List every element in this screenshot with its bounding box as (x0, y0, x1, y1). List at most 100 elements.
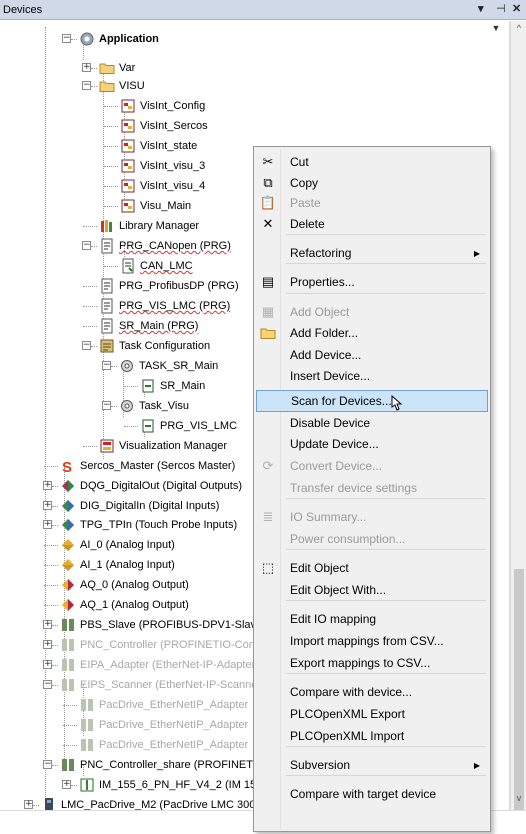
menu-item-refactoring[interactable]: Refactoring ▶ (256, 242, 488, 264)
tree-visu-item[interactable]: VisInt_visu_3 (104, 156, 205, 176)
panel-dropdown-icon[interactable]: ▾ (478, 2, 484, 15)
tree-visu-item[interactable]: VisInt_state (104, 136, 197, 156)
expand-toggle[interactable]: + (43, 640, 52, 649)
tree-item-label: TPG_TPIn (Touch Probe Inputs) (80, 519, 238, 531)
collapse-toggle[interactable]: − (82, 241, 91, 250)
tree-var-folder[interactable]: + Var (82, 58, 135, 78)
tree-visu-item[interactable]: VisInt_visu_4 (104, 176, 206, 196)
collapse-toggle[interactable]: − (43, 760, 52, 769)
menu-item-power-consumption[interactable]: Power consumption... (256, 528, 488, 550)
menu-item-compare-with-device[interactable]: Compare with device... (256, 681, 488, 703)
panel-title: Devices (3, 3, 43, 16)
vertical-scrollbar[interactable]: ^ v (510, 21, 526, 811)
scroll-up-icon[interactable]: ^ (511, 23, 526, 39)
tree-pou-item[interactable]: − PRG_CANopen (PRG) (82, 236, 231, 256)
tree-pou-item[interactable]: SR_Main (PRG) (83, 316, 198, 336)
tree-device-item[interactable]: + TPG_TPIn (Touch Probe Inputs) (43, 515, 238, 535)
expand-toggle[interactable]: + (43, 660, 52, 669)
tree-device-item[interactable]: − EIPS_Scanner (EtherNet-IP-Scanner) (43, 675, 265, 695)
collapse-toggle[interactable]: − (43, 680, 52, 689)
menu-item-scan-for-devices[interactable]: Scan for Devices... (256, 390, 488, 412)
menu-item-subversion[interactable]: Subversion ▶ (256, 754, 488, 776)
tree-application-node[interactable]: − Application (62, 29, 159, 49)
pin-icon[interactable]: ⊣ (496, 2, 506, 15)
collapse-toggle[interactable]: − (102, 401, 111, 410)
tree-device-item[interactable]: AI_0 (Analog Input) (44, 535, 175, 555)
tree-device-item[interactable]: AQ_0 (Analog Output) (44, 575, 189, 595)
tree-visu-folder[interactable]: − VISU (82, 76, 145, 96)
tree-device-item[interactable]: AQ_1 (Analog Output) (44, 595, 189, 615)
tree-device-item[interactable]: + LMC_PacDrive_M2 (PacDrive LMC 300C) (24, 795, 267, 810)
menu-item-label: Transfer device settings (290, 481, 417, 495)
menu-item-properties[interactable]: ▤ Properties... (256, 271, 488, 293)
collapse-toggle[interactable]: − (82, 341, 91, 350)
add-object-icon: ▦ (261, 304, 275, 319)
tree-dropdown-icon[interactable]: ▼ (490, 23, 502, 35)
tree-visu-item[interactable]: VisInt_Sercos (104, 116, 208, 136)
expand-toggle[interactable]: + (43, 520, 52, 529)
tree-visu-item[interactable]: Visu_Main (104, 196, 191, 216)
tree-device-item[interactable]: S Sercos_Master (Sercos Master) (44, 456, 235, 476)
menu-item-edit-object[interactable]: ⬚ Edit Object (256, 557, 488, 579)
scrollbar-thumb[interactable] (514, 569, 524, 811)
menu-item-plcopenxml-import[interactable]: PLCOpenXML Import (256, 725, 488, 747)
tree-pou-item[interactable]: PRG_VIS_LMC (PRG) (83, 296, 230, 316)
tree-item-label: VisInt_visu_4 (140, 180, 206, 192)
menu-item-edit-io-mapping[interactable]: Edit IO mapping (256, 608, 488, 630)
collapse-toggle[interactable]: − (102, 361, 111, 370)
tree-item-label: IM_155_6_PN_HF_V4_2 (IM 155-6) (99, 779, 276, 791)
tree-task-item[interactable]: − TASK_SR_Main (102, 356, 218, 376)
tree-item-label: DQG_DigitalOut (Digital Outputs) (80, 480, 242, 492)
tree-device-item[interactable]: PacDrive_EtherNetIP_Adapter (63, 735, 248, 755)
tree-visu-item[interactable]: VisInt_Config (104, 96, 205, 116)
expand-toggle[interactable]: + (62, 780, 71, 789)
tree-device-item[interactable]: − PNC_Controller_share (PROFINETIO) (43, 755, 268, 775)
tree-device-item[interactable]: + PBS_Slave (PROFIBUS-DPV1-Slave) (43, 615, 266, 635)
menu-item-edit-object-with[interactable]: Edit Object With... (256, 579, 488, 601)
expand-toggle[interactable]: + (24, 800, 33, 809)
collapse-toggle[interactable]: − (62, 34, 71, 43)
tree-device-item[interactable]: PacDrive_EtherNetIP_Adapter (63, 695, 248, 715)
tree-task-call[interactable]: SR_Main (124, 376, 205, 396)
menu-item-add-device[interactable]: Add Device... (256, 344, 488, 366)
tree-task-configuration[interactable]: − Task Configuration (82, 336, 210, 356)
menu-item-paste[interactable]: 📋 Paste (256, 192, 488, 214)
tree-library-manager[interactable]: Library Manager (83, 216, 199, 236)
tree-task-item[interactable]: − Task_Visu (102, 396, 189, 416)
tree-pou-item[interactable]: PRG_ProfibusDP (PRG) (83, 276, 239, 296)
tree-device-item[interactable]: + EIPA_Adapter (EtherNet-IP-Adapter) (43, 655, 259, 675)
tree-device-item[interactable]: AI_1 (Analog Input) (44, 555, 175, 575)
menu-item-import-mappings-from-csv[interactable]: Import mappings from CSV... (256, 630, 488, 652)
tree-visualization-manager[interactable]: Visualization Manager (83, 436, 227, 456)
menu-item-insert-device[interactable]: Insert Device... (256, 365, 488, 387)
close-icon[interactable]: ✕ (512, 2, 521, 15)
menu-item-delete[interactable]: ✕ Delete (256, 213, 488, 235)
tree-task-call[interactable]: PRG_VIS_LMC (124, 416, 237, 436)
menu-item-label: Paste (290, 196, 321, 210)
expand-toggle[interactable]: + (43, 620, 52, 629)
menu-item-compare-with-target-device[interactable]: Compare with target device (256, 783, 488, 805)
di-icon (60, 517, 76, 533)
tree-device-item[interactable]: + IM_155_6_PN_HF_V4_2 (IM 155-6) (62, 775, 276, 795)
collapse-toggle[interactable]: − (82, 81, 91, 90)
menu-item-copy[interactable]: ⧉ Copy (256, 172, 488, 194)
menu-item-update-device[interactable]: Update Device... (256, 433, 488, 455)
menu-item-export-mappings-to-csv[interactable]: Export mappings to CSV... (256, 652, 488, 674)
scroll-down-icon[interactable]: v (511, 793, 526, 809)
menu-item-io-summary[interactable]: ≣ IO Summary... (256, 506, 488, 528)
menu-item-add-folder[interactable]: Add Folder... (256, 322, 488, 344)
tree-device-item[interactable]: PacDrive_EtherNetIP_Adapter (63, 715, 248, 735)
menu-item-transfer-device-settings[interactable]: Transfer device settings (256, 477, 488, 499)
tree-pou-action[interactable]: CAN_LMC (104, 256, 193, 276)
tree-device-item[interactable]: + DQG_DigitalOut (Digital Outputs) (43, 476, 242, 496)
menu-item-disable-device[interactable]: Disable Device (256, 412, 488, 434)
expand-toggle[interactable]: + (43, 481, 52, 490)
tree-device-item[interactable]: + DIG_DigitalIn (Digital Inputs) (43, 496, 219, 516)
menu-item-add-object[interactable]: ▦ Add Object (256, 301, 488, 323)
lmc-icon (41, 797, 57, 810)
expand-toggle[interactable]: + (82, 63, 91, 72)
menu-item-cut[interactable]: ✂ Cut (256, 151, 488, 173)
expand-toggle[interactable]: + (43, 501, 52, 510)
menu-item-plcopenxml-export[interactable]: PLCOpenXML Export (256, 703, 488, 725)
menu-item-convert-device[interactable]: ⟳ Convert Device... (256, 455, 488, 477)
